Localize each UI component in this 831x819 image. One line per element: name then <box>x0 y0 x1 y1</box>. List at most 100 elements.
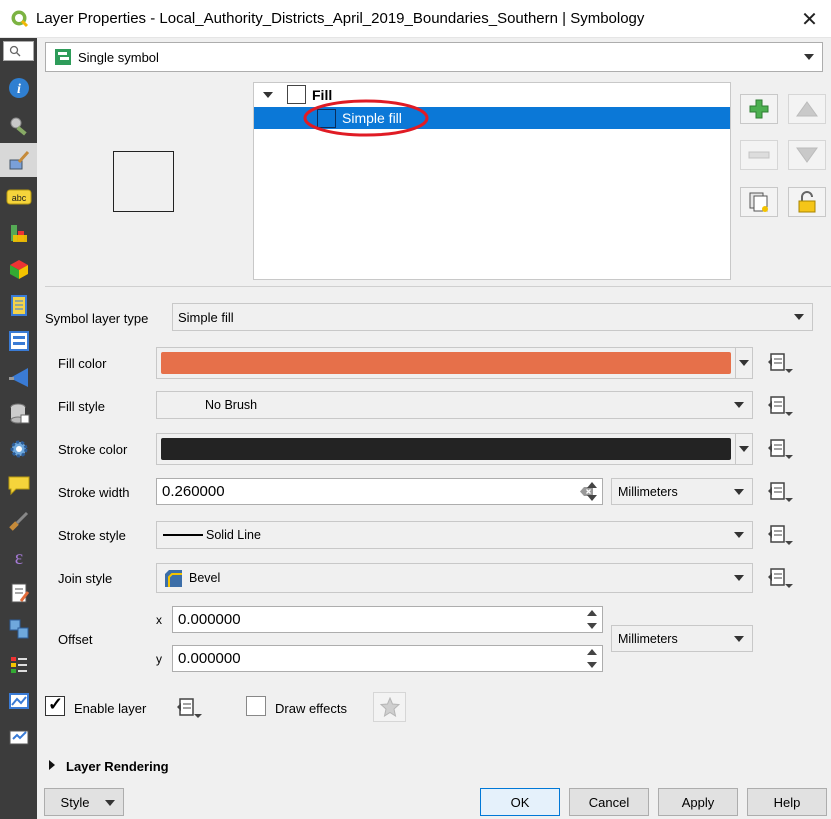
join-style-data-defined-button[interactable] <box>764 563 798 593</box>
join-style-combo[interactable]: Bevel <box>156 563 753 593</box>
draw-effects-checkbox[interactable] <box>246 696 266 716</box>
joins-icon[interactable] <box>0 360 37 394</box>
symbology-brush-icon[interactable] <box>0 143 37 177</box>
apply-button[interactable]: Apply <box>658 788 738 816</box>
stroke-color-swatch <box>161 438 731 460</box>
stroke-style-value: Solid Line <box>206 528 261 542</box>
sidebar-search-input[interactable] <box>3 41 34 61</box>
data-defined-override-icon <box>177 698 202 718</box>
move-up-button[interactable] <box>788 94 826 124</box>
layer-rendering-label[interactable]: Layer Rendering <box>66 759 169 774</box>
cancel-button[interactable]: Cancel <box>569 788 649 816</box>
svg-text:i: i <box>17 82 21 97</box>
close-button[interactable]: ✕ <box>788 0 831 38</box>
stroke-color-data-defined-button[interactable] <box>764 434 798 464</box>
chevron-down-icon <box>734 635 744 642</box>
chevron-down-icon <box>734 575 744 581</box>
stroke-width-data-defined-button[interactable] <box>764 477 798 507</box>
spin-down-icon[interactable] <box>587 622 597 629</box>
separator <box>45 286 831 287</box>
spin-up-icon[interactable] <box>587 649 597 656</box>
offset-x-input[interactable]: 0.000000 <box>172 606 603 633</box>
diagrams-icon[interactable] <box>0 216 37 250</box>
spin-up-icon[interactable] <box>587 610 597 617</box>
minus-icon <box>748 151 770 159</box>
stroke-style-data-defined-button[interactable] <box>764 520 798 550</box>
variables-icon[interactable]: ε <box>0 540 37 574</box>
data-defined-override-icon <box>768 525 793 545</box>
stroke-width-unit-combo[interactable]: Millimeters <box>611 478 753 505</box>
offset-x-spinner[interactable] <box>583 607 601 632</box>
enable-layer-data-defined-button[interactable] <box>173 693 207 723</box>
fill-style-combo[interactable]: No Brush <box>156 391 753 419</box>
cancel-button-label: Cancel <box>588 794 630 810</box>
stroke-color-button[interactable] <box>156 433 736 465</box>
chevron-down-icon <box>734 402 744 408</box>
attributes-form-icon[interactable] <box>0 324 37 358</box>
3d-view-icon[interactable] <box>0 252 37 286</box>
offset-label: Offset <box>58 632 93 647</box>
offset-y-label: y <box>156 652 162 666</box>
help-button[interactable]: Help <box>747 788 827 816</box>
legend-icon[interactable] <box>0 648 37 682</box>
fill-color-data-defined-button[interactable] <box>764 348 798 378</box>
lock-color-button[interactable] <box>788 187 826 217</box>
join-style-label: Join style <box>58 571 113 586</box>
source-settings-icon[interactable] <box>0 108 37 142</box>
star-icon <box>379 697 400 717</box>
arrow-down-icon <box>796 147 818 163</box>
information-icon[interactable]: i <box>0 71 37 105</box>
stroke-width-spinner[interactable] <box>583 479 601 504</box>
actions-gear-icon[interactable] <box>0 432 37 466</box>
symbol-layer-type-combo[interactable]: Simple fill <box>172 303 813 331</box>
auxiliary-storage-icon[interactable] <box>0 396 37 430</box>
renderer-combo[interactable]: Single symbol <box>45 42 823 72</box>
stroke-width-input[interactable]: 0.260000 <box>156 478 603 505</box>
offset-y-spinner[interactable] <box>583 646 601 671</box>
display-tips-icon[interactable] <box>0 468 37 502</box>
duplicate-symbol-layer-button[interactable] <box>740 187 778 217</box>
window-title: Layer Properties - Local_Authority_Distr… <box>36 10 645 27</box>
solid-line-icon <box>163 534 203 536</box>
fill-style-data-defined-button[interactable] <box>764 391 798 421</box>
dependencies-icon[interactable] <box>0 612 37 646</box>
offset-unit-combo[interactable]: Millimeters <box>611 625 753 652</box>
offset-y-input[interactable]: 0.000000 <box>172 645 603 672</box>
offset-unit-value: Millimeters <box>618 631 678 646</box>
arrow-up-icon <box>796 101 818 117</box>
expand-arrow-icon[interactable] <box>263 92 273 98</box>
fields-icon[interactable] <box>0 288 37 322</box>
digitizing-icon[interactable] <box>0 720 37 754</box>
qgis-server-icon[interactable] <box>0 684 37 718</box>
symbol-layer-type-label: Symbol layer type <box>45 311 149 326</box>
offset-y-value: 0.000000 <box>178 650 241 667</box>
chevron-down-icon <box>739 360 749 366</box>
fill-style-value: No Brush <box>205 398 258 412</box>
layer-rendering-expander[interactable] <box>49 760 55 770</box>
stroke-color-dropdown[interactable] <box>735 433 753 465</box>
fill-color-swatch <box>161 352 731 374</box>
ok-button[interactable]: OK <box>480 788 560 816</box>
add-symbol-layer-button[interactable] <box>740 94 778 124</box>
stroke-style-combo[interactable]: Solid Line <box>156 521 753 549</box>
remove-symbol-layer-button[interactable] <box>740 140 778 170</box>
qgis-logo-icon <box>11 10 29 28</box>
spin-down-icon[interactable] <box>587 494 597 501</box>
spin-up-icon[interactable] <box>587 482 597 489</box>
metadata-icon[interactable] <box>0 576 37 610</box>
style-button[interactable]: Style <box>44 788 124 816</box>
data-defined-override-icon <box>768 482 793 502</box>
chevron-down-icon <box>739 446 749 452</box>
labels-abc-icon[interactable]: abc <box>0 180 37 214</box>
enable-layer-checkbox[interactable]: ✓ <box>45 694 65 716</box>
svg-text:ε: ε <box>14 547 22 569</box>
rendering-brush-icon[interactable] <box>0 504 37 538</box>
draw-effects-button[interactable] <box>373 692 406 722</box>
fill-color-dropdown[interactable] <box>735 347 753 379</box>
spin-down-icon[interactable] <box>587 661 597 668</box>
offset-x-value: 0.000000 <box>178 611 241 628</box>
stroke-style-label: Stroke style <box>58 528 126 543</box>
move-down-button[interactable] <box>788 140 826 170</box>
data-defined-override-icon <box>768 439 793 459</box>
fill-color-button[interactable] <box>156 347 736 379</box>
